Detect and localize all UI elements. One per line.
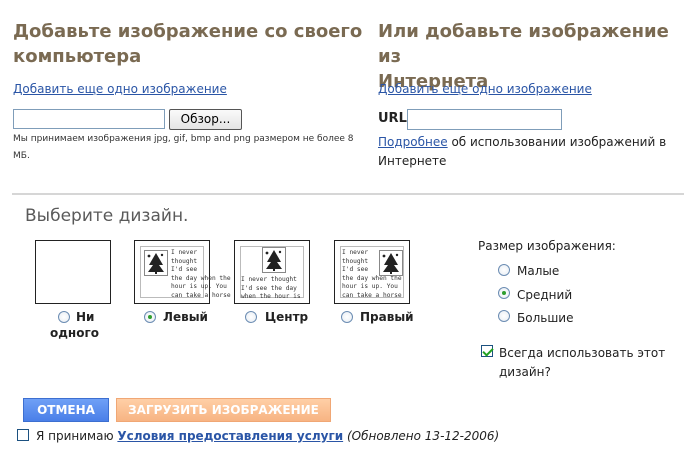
url-label: URL <box>378 111 407 126</box>
always-use-design-checkbox[interactable] <box>481 345 493 357</box>
design-none-label-line2: одного <box>50 326 99 340</box>
terms-line: Я принимаю Условия предоставления услуги… <box>36 427 499 446</box>
browse-button[interactable]: Обзор... <box>169 109 242 130</box>
design-right-thumbnail[interactable]: I never thought I'd see the day when the… <box>334 240 410 304</box>
design-center-label: Центр <box>265 310 309 324</box>
design-center-radio[interactable] <box>245 311 257 323</box>
file-path-input[interactable] <box>13 109 165 129</box>
design-left-thumbnail[interactable]: I never thought I'd see the day when the… <box>134 240 231 304</box>
sample-text-left: I never thought I'd see the day when the… <box>171 249 231 299</box>
always-use-design-label: Всегда использовать этот дизайн? <box>499 344 665 382</box>
always-use-line2: дизайн? <box>499 365 551 379</box>
thumb-frame: I never thought I'd see the day when the… <box>140 246 231 299</box>
design-none-thumbnail[interactable] <box>35 240 111 304</box>
terms-checkbox[interactable] <box>17 429 29 441</box>
design-title: Выберите дизайн. <box>25 206 189 226</box>
more-info-link[interactable]: Подробнее <box>378 135 448 149</box>
cancel-button[interactable]: ОТМЕНА <box>23 398 109 422</box>
terms-of-service-link[interactable]: Условия предоставления услуги <box>117 429 343 443</box>
url-input[interactable] <box>407 109 562 130</box>
local-upload-title-line2: компьютера <box>13 46 142 67</box>
web-upload-title-line1: Или добавьте изображение из <box>378 21 669 67</box>
local-upload-title: Добавьте изображение со своего компьютер… <box>13 19 362 69</box>
size-medium-radio[interactable] <box>498 287 510 299</box>
tree-picture-icon <box>379 250 403 276</box>
section-divider <box>12 193 684 195</box>
size-large-label: Большие <box>517 311 574 325</box>
add-another-url-link[interactable]: Добавить еще одно изображение <box>378 82 592 96</box>
sample-text-center: I never thought I'd see the day when the… <box>241 276 301 301</box>
note-line2: МБ. <box>13 151 30 161</box>
size-small-label: Малые <box>517 264 560 278</box>
terms-prefix: Я принимаю <box>36 429 118 443</box>
upload-image-button[interactable]: ЗАГРУЗИТЬ ИЗОБРАЖЕНИЕ <box>116 398 331 422</box>
design-right-label: Правый <box>360 310 414 324</box>
thumb-frame: I never thought I'd see the day when the… <box>340 246 404 299</box>
add-another-local-link[interactable]: Добавить еще одно изображение <box>13 82 227 96</box>
image-size-title: Размер изображения: <box>478 239 616 253</box>
tree-picture-icon <box>262 247 286 273</box>
terms-updated: (Обновлено 13-12-2006) <box>346 429 500 443</box>
design-none-label-line1: Ни <box>76 310 95 324</box>
design-left-label: Левый <box>163 310 208 324</box>
size-medium-label: Средний <box>517 288 573 302</box>
note-line1: Мы принимаем изображения jpg, gif, bmp a… <box>13 134 354 144</box>
tree-picture-icon <box>144 250 168 276</box>
web-image-info: Подробнее об использовании изображений в… <box>378 133 678 171</box>
design-right-radio[interactable] <box>341 311 353 323</box>
more-info-text: об использовании изображений в <box>447 135 667 149</box>
size-large-radio[interactable] <box>498 310 510 322</box>
file-requirements-note: Мы принимаем изображения jpg, gif, bmp a… <box>13 131 354 165</box>
design-left-radio[interactable] <box>144 311 156 323</box>
thumb-frame: I never thought I'd see the day when the… <box>240 246 304 300</box>
local-upload-title-line1: Добавьте изображение со своего <box>13 21 363 42</box>
size-small-radio[interactable] <box>498 264 510 276</box>
design-center-thumbnail[interactable]: I never thought I'd see the day when the… <box>234 240 310 304</box>
always-use-line1: Всегда использовать этот <box>499 346 666 360</box>
more-info-text-line2: Интернете <box>378 154 447 168</box>
design-none-radio[interactable] <box>58 311 70 323</box>
